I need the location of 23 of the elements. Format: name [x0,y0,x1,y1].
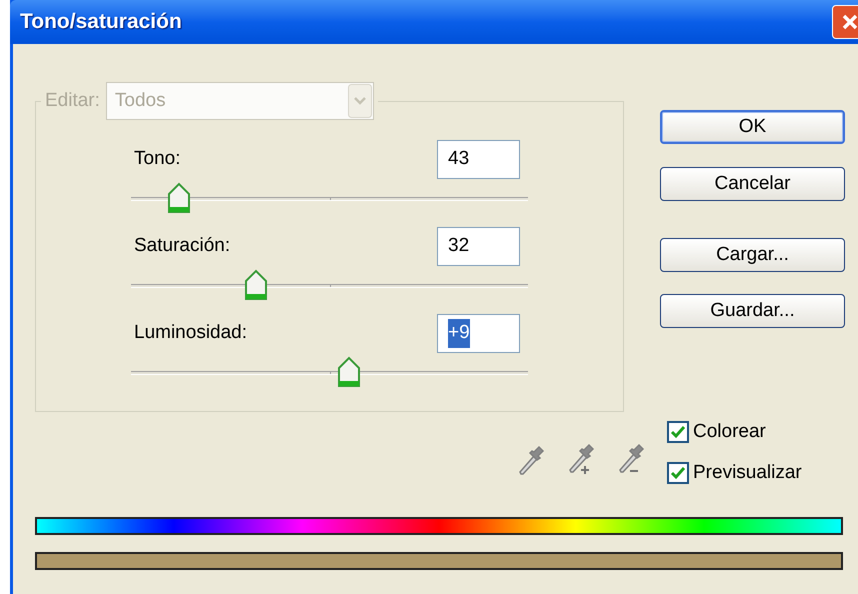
checkbox-label[interactable]: Previsualizar [693,458,802,487]
dialog-button[interactable]: Cancelar [660,167,845,201]
close-icon [840,12,858,32]
eyedropper-icon[interactable] [517,443,547,477]
dialog-button[interactable]: Cargar... [660,238,845,272]
value-field[interactable]: 43 [437,140,520,179]
checkbox[interactable] [667,421,689,444]
eyedropper-plus-icon[interactable] [567,443,597,477]
value-field[interactable]: 32 [437,227,520,266]
slider-thumb[interactable] [336,356,361,388]
close-button[interactable] [832,5,858,39]
dialog-button[interactable]: OK [660,110,845,144]
slider-label: Luminosidad: [134,321,248,346]
checkbox-label[interactable]: Colorear [693,418,766,446]
slider-thumb[interactable] [244,269,268,301]
slider-label: Tono: [134,147,180,172]
checkbox[interactable] [667,462,689,484]
dialog-button[interactable]: Guardar... [660,294,845,328]
window-title: Tono/saturación [20,9,182,36]
edit-label: Editar: [45,88,100,113]
slider-thumb[interactable] [166,182,191,214]
value-field[interactable]: +9 [437,314,520,353]
slider-label: Saturación: [134,234,230,258]
